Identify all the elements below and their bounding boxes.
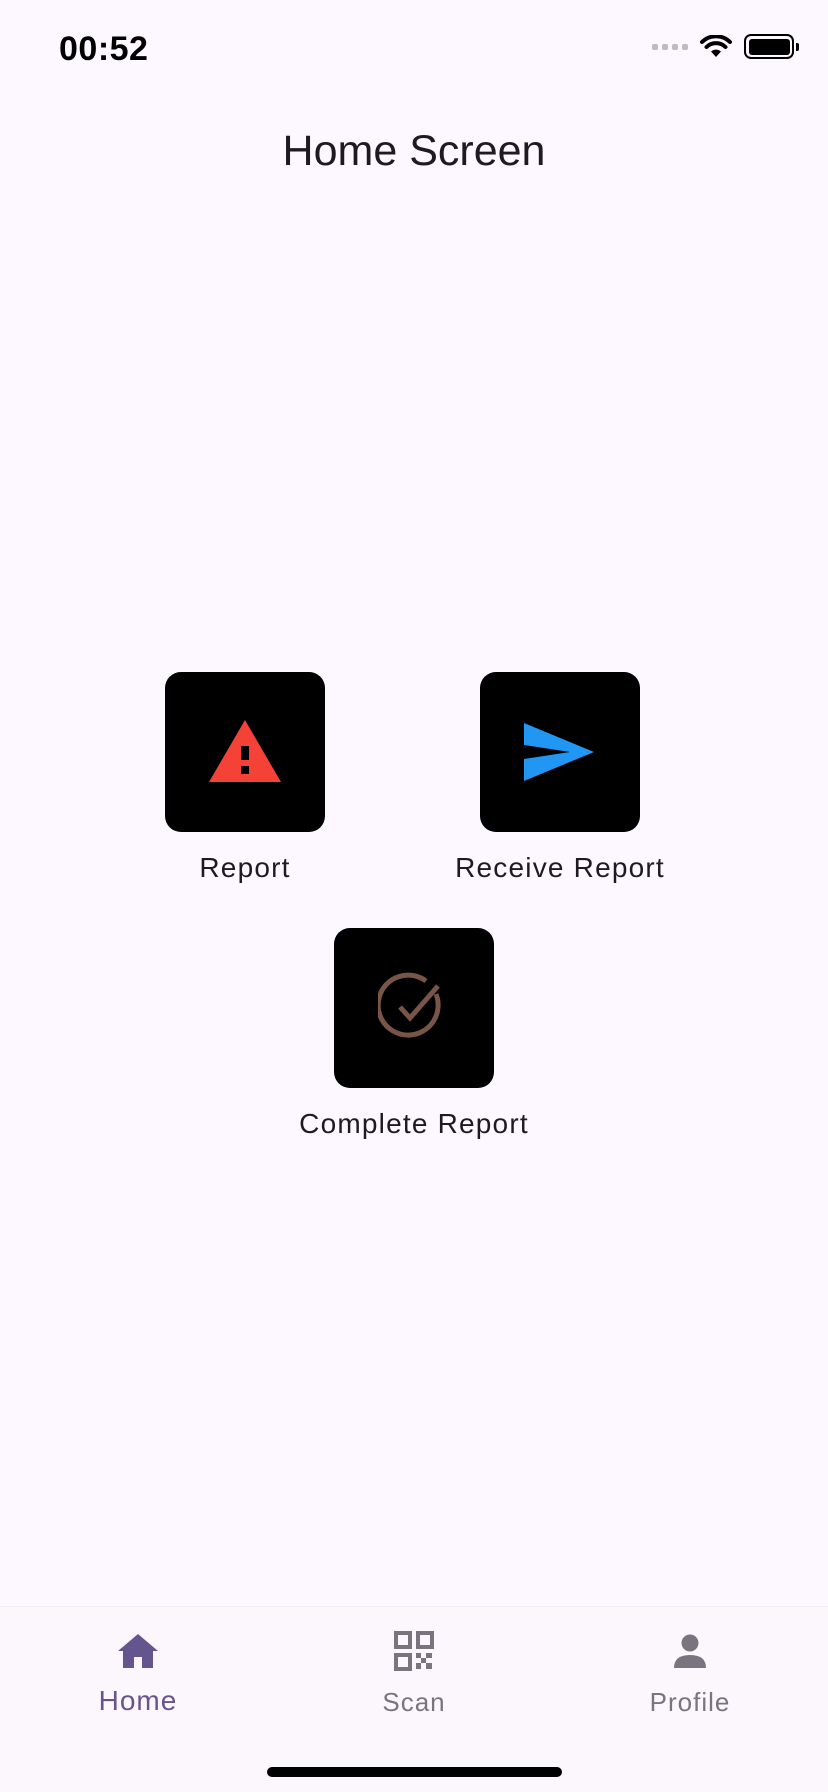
nav-item-profile[interactable]: Profile [590,1627,790,1718]
receive-report-button[interactable] [480,672,640,832]
send-icon [524,723,594,781]
home-icon [114,1627,162,1675]
check-circle-icon [378,972,441,1038]
nav-label-profile: Profile [649,1687,731,1717]
battery-icon [744,34,799,59]
warning-icon [209,720,281,782]
complete-report-button[interactable] [334,928,494,1088]
nav-label-scan: Scan [382,1687,446,1717]
nav-item-home[interactable]: Home [38,1627,238,1717]
wifi-icon [700,34,732,57]
bottom-navigation-bar: Home Scan Profile [0,1606,828,1792]
cellular-signal-icon [652,43,688,50]
status-bar: 00:52 [0,0,828,100]
report-button[interactable] [165,672,325,832]
nav-item-scan[interactable]: Scan [314,1627,514,1718]
status-indicators [652,34,799,59]
complete-report-label: Complete Report [299,1108,529,1139]
receive-report-label: Receive Report [455,852,665,883]
page-title: Home Screen [282,127,546,175]
qr-code-icon [390,1627,438,1675]
report-label: Report [199,852,291,883]
nav-label-home: Home [98,1685,178,1716]
status-time: 00:52 [59,30,149,68]
home-indicator [267,1767,562,1777]
person-icon [666,1627,714,1675]
